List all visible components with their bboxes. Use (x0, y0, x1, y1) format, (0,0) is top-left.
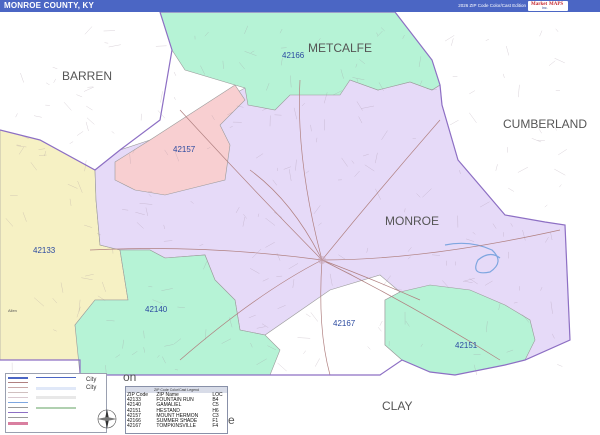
brand-logo: Market MAPS Inc. (528, 1, 568, 11)
compass-rose-icon (97, 409, 117, 429)
map-frame: MONROE COUNTY, KY 2026 ZIP Code Color/Ca… (0, 0, 600, 435)
zip-legend: ZIP Code Color/Cast Legend ZIP Code ZIP … (125, 386, 228, 434)
legend-swatch-county (8, 412, 28, 413)
town-center (318, 256, 326, 264)
zip-label-42157: 42157 (173, 145, 196, 154)
map-title: MONROE COUNTY, KY (4, 1, 95, 10)
table-row: 42167 TOMPKINSVILLE F4 (126, 424, 227, 429)
legend-swatch-interstate (8, 377, 28, 379)
neighbor-label-clay: CLAY (382, 399, 412, 413)
zip-label-42166: 42166 (282, 51, 305, 60)
zip-label-42167: 42167 (333, 319, 356, 328)
legend-line-4 (36, 407, 76, 409)
legend-swatch-road (8, 387, 28, 388)
legend-swatch-urban (8, 422, 28, 425)
legend-swatch-rail (8, 407, 28, 408)
legend-line-2 (36, 387, 76, 390)
title-bar: MONROE COUNTY, KY 2026 ZIP Code Color/Ca… (0, 0, 600, 12)
legend-city-label-1: City (86, 377, 97, 383)
legend-swatch-highway (8, 382, 28, 383)
legend-city-label-2: City (86, 385, 97, 391)
zip-loc-cell: F4 (212, 423, 219, 430)
town-label-allen: Allen (8, 308, 17, 313)
legend-swatch-street (8, 397, 28, 398)
legend-line-3 (36, 396, 76, 399)
neighbor-label-cumberland: CUMBERLAND (503, 117, 587, 131)
edition-label: 2026 ZIP Code Color/Cast Edition (458, 3, 526, 8)
zip-label-42133: 42133 (33, 246, 56, 255)
zip-legend-table: ZIP Code ZIP Name LOC 42133 FOUNTAIN RUN… (126, 392, 227, 429)
neighbor-label-barren: BARREN (62, 69, 112, 83)
neighbor-label-fragment-2: e (228, 413, 235, 427)
brand-logo-line3: Inc. (542, 6, 548, 10)
county-label: MONROE (385, 214, 439, 228)
legend-swatch-water (8, 402, 28, 403)
zip-name-cell: TOMPKINSVILLE (156, 423, 197, 430)
neighbor-label-metcalfe: METCALFE (308, 41, 372, 55)
legend-line-1 (36, 377, 76, 378)
zip-label-42151: 42151 (455, 341, 478, 350)
neighbor-label-fragment-1: on (123, 370, 136, 384)
zip-label-42140: 42140 (145, 305, 168, 314)
road-legend: City City (5, 373, 107, 433)
legend-swatch-local (8, 392, 28, 393)
county-map: MONROE BARREN METCALFE CUMBERLAND CLAY A… (0, 12, 600, 435)
zip-code-cell: 42167 (127, 423, 141, 430)
brand-logo-line2: MAPS (549, 2, 564, 7)
legend-swatch-zip (8, 417, 28, 418)
